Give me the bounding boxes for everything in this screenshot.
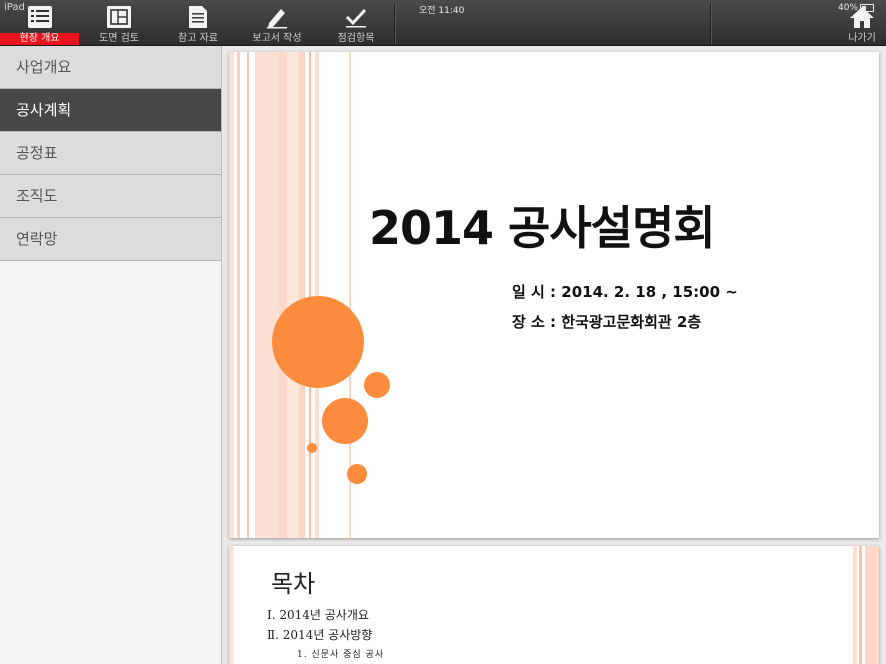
sidebar-item-contacts[interactable]: 연락망 (0, 218, 221, 261)
status-time: 오전 11:40 (419, 6, 465, 16)
decor-stripe (865, 546, 879, 664)
decor-circle (322, 398, 368, 444)
checkmark-icon (345, 8, 367, 28)
toc-title: 목차 (271, 570, 316, 598)
toolbar-divider (710, 4, 712, 44)
tab-checklist[interactable]: 점검항목 (317, 0, 395, 45)
document-icon (189, 6, 207, 28)
decor-circle (307, 443, 317, 453)
document-viewer[interactable]: 2014 공사설명회 일 시 : 2014. 2. 18 , 15:00 ~ 장… (222, 46, 886, 664)
tab-write-report[interactable]: 보고서 작성 (238, 0, 316, 45)
decor-stripe (247, 52, 249, 538)
tab-checklist-label: 점검항목 (337, 33, 375, 44)
toolbar-divider (394, 4, 396, 44)
slide-place-line: 장 소 : 한국광고문화회관 2층 (512, 313, 702, 331)
tab-references[interactable]: 참고 자료 (159, 0, 237, 45)
decor-stripe (315, 52, 319, 538)
tab-drawing-review[interactable]: 도면 검토 (80, 0, 158, 45)
top-toolbar: iPad 오전 11:40 40% 현장 개요 도면 검토 참고 자료 보고서 … (0, 0, 886, 46)
slide-table-of-contents: 목차 Ⅰ. 2014년 공사개요 Ⅱ. 2014년 공사방향 1. 신문사 중심… (229, 546, 879, 664)
toc-line: Ⅰ. 2014년 공사개요 (267, 608, 369, 622)
home-icon (850, 7, 874, 28)
sidebar-item-schedule[interactable]: 공정표 (0, 132, 221, 175)
sidebar-item-org-chart[interactable]: 조직도 (0, 175, 221, 218)
slide-title-page: 2014 공사설명회 일 시 : 2014. 2. 18 , 15:00 ~ 장… (229, 52, 879, 538)
decor-stripe (229, 52, 234, 538)
decor-stripe (229, 546, 233, 664)
decor-stripe (309, 52, 311, 538)
decor-stripe (853, 546, 857, 664)
slide-date-line: 일 시 : 2014. 2. 18 , 15:00 ~ (512, 283, 738, 301)
tab-drawing-review-label: 도면 검토 (99, 33, 139, 44)
tab-write-report-label: 보고서 작성 (252, 33, 302, 44)
slide-title: 2014 공사설명회 (369, 201, 716, 255)
toc-line: 1. 신문사 중심 공사 (297, 650, 385, 660)
exit-label: 나가기 (848, 33, 876, 44)
decor-stripe (299, 52, 305, 538)
exit-button[interactable]: 나가기 (838, 0, 886, 45)
decor-stripe (237, 52, 240, 538)
decor-stripe (859, 546, 862, 664)
tab-site-overview[interactable]: 현장 개요 (0, 0, 79, 45)
sidebar: 사업개요 공사계획 공정표 조직도 연락망 (0, 46, 222, 664)
decor-stripe (287, 52, 299, 538)
tab-site-overview-label: 현장 개요 (0, 33, 79, 45)
decor-circle (347, 464, 367, 484)
tab-references-label: 참고 자료 (178, 33, 218, 44)
decor-circle (272, 296, 364, 388)
checklist-icon (27, 6, 52, 28)
blueprint-icon (107, 6, 131, 28)
pencil-icon (267, 9, 287, 29)
toc-line: Ⅱ. 2014년 공사방향 (267, 628, 373, 642)
sidebar-item-project-overview[interactable]: 사업개요 (0, 46, 221, 89)
sidebar-item-construction-plan[interactable]: 공사계획 (0, 89, 221, 132)
decor-stripe (255, 52, 279, 538)
decor-stripe (279, 52, 287, 538)
decor-circle (364, 372, 390, 398)
